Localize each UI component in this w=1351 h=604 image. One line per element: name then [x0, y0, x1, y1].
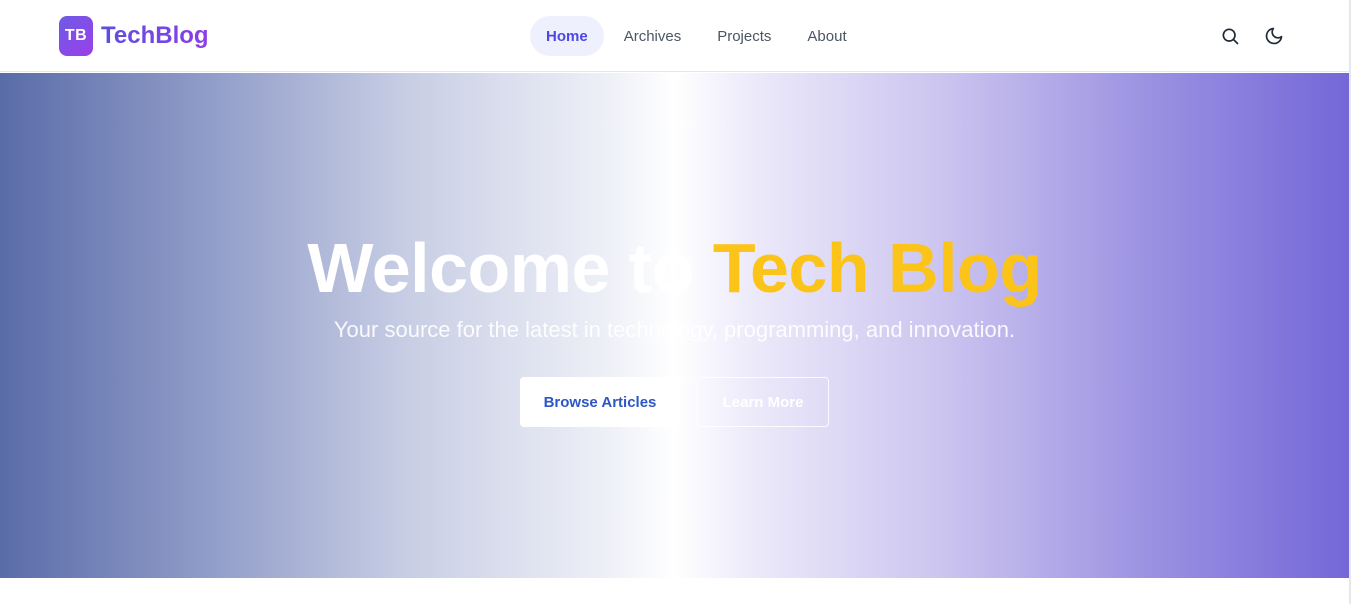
- hero-actions: Browse Articles Learn More: [520, 377, 829, 427]
- moon-icon: [1265, 27, 1283, 45]
- hero-subtitle: Your source for the latest in technology…: [333, 317, 1016, 342]
- top-navbar: TB TechBlog Home Archives Projects About: [0, 0, 1349, 72]
- learn-more-button[interactable]: Learn More: [697, 377, 829, 427]
- main-nav: Home Archives Projects About: [530, 16, 867, 56]
- nav-home[interactable]: Home: [530, 16, 604, 56]
- search-icon: [1222, 28, 1239, 45]
- nav-about[interactable]: About: [791, 16, 862, 56]
- hero-title-accent: Tech Blog: [712, 229, 1042, 307]
- hero-section: Welcome to Tech Blog Your source for the…: [0, 73, 1349, 578]
- brand-badge: TB: [59, 16, 93, 56]
- hero-title-plain: Welcome to: [307, 229, 713, 307]
- hero-title: Welcome to Tech Blog: [0, 223, 1349, 313]
- header-tools: [1216, 22, 1304, 50]
- theme-toggle-button[interactable]: [1260, 22, 1288, 50]
- search-button[interactable]: [1216, 22, 1244, 50]
- brand-logo-link[interactable]: TB TechBlog: [59, 16, 209, 56]
- nav-projects[interactable]: Projects: [701, 16, 787, 56]
- browse-articles-button[interactable]: Browse Articles: [520, 377, 680, 427]
- nav-archives[interactable]: Archives: [608, 16, 698, 56]
- brand-name: TechBlog: [101, 22, 209, 49]
